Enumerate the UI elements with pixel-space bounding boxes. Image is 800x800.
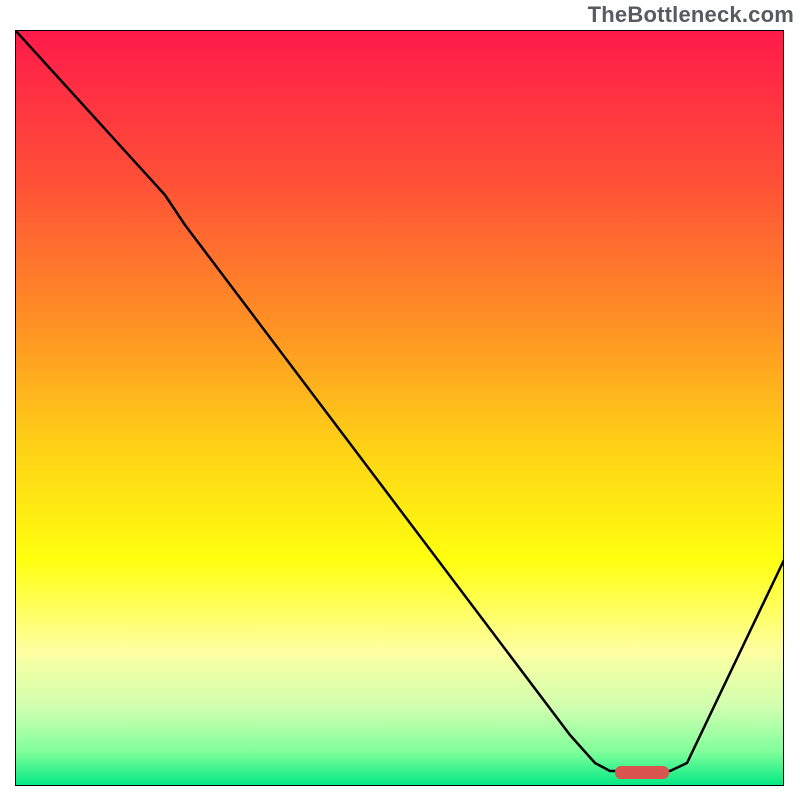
bottleneck-chart — [15, 30, 784, 786]
optimal-range-marker — [615, 766, 669, 779]
watermark-text: TheBottleneck.com — [588, 2, 794, 28]
chart-background — [15, 30, 784, 786]
